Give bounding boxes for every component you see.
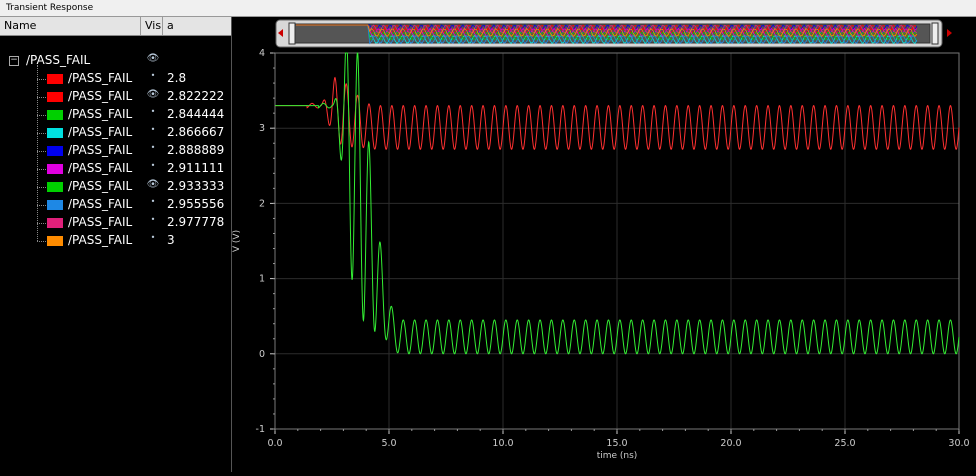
- hidden-dot-icon[interactable]: •: [146, 197, 160, 213]
- x-tick-label: 30.0: [948, 438, 969, 449]
- signal-tree-panel: Name Vis a −/PASS_FAIL 👁/PASS_FAIL • 2.8/PA…: [0, 17, 232, 472]
- transient-chart[interactable]: 0.0 5.0 10.0 15.0 20.0 25.0 30.0 -1 0 1 2 3 4 time (n…: [232, 17, 976, 472]
- tree-item-label: /PASS_FAIL: [68, 89, 133, 103]
- tree-item[interactable]: /PASS_FAIL • 2.844444: [0, 106, 231, 124]
- column-name-header[interactable]: Name: [0, 17, 141, 35]
- scrollbar-left-handle[interactable]: [288, 22, 296, 45]
- color-swatch[interactable]: [47, 164, 63, 174]
- hidden-dot-icon[interactable]: •: [146, 107, 160, 123]
- hidden-dot-icon[interactable]: •: [146, 161, 160, 177]
- tree-root-label: /PASS_FAIL: [26, 53, 91, 67]
- x-tick-label: 25.0: [834, 438, 855, 449]
- tree-item-value: 2.8: [167, 71, 187, 85]
- color-swatch[interactable]: [47, 146, 63, 156]
- tree-item-label: /PASS_FAIL: [68, 179, 133, 193]
- tree-item-label: /PASS_FAIL: [68, 71, 133, 85]
- column-header: Name Vis a: [0, 17, 231, 36]
- tree-item-value: 2.888889: [167, 143, 225, 157]
- tree-item[interactable]: /PASS_FAIL • 2.977778: [0, 214, 231, 232]
- scrollbar-right-handle[interactable]: [931, 22, 939, 45]
- tree-item-label: /PASS_FAIL: [68, 197, 133, 211]
- tree-item-value: 2.844444: [167, 107, 225, 121]
- hidden-dot-icon[interactable]: •: [146, 125, 160, 141]
- tree-item-value: 2.866667: [167, 125, 225, 139]
- tree-item[interactable]: /PASS_FAIL • 3: [0, 232, 231, 250]
- window-title: Transient Response: [6, 3, 94, 13]
- x-tick-label: 20.0: [720, 438, 741, 449]
- color-swatch[interactable]: [47, 92, 63, 102]
- collapse-toggle-icon[interactable]: −: [9, 56, 19, 66]
- color-swatch[interactable]: [47, 182, 63, 192]
- eye-icon[interactable]: 👁: [146, 179, 160, 195]
- tree-item-value: 2.955556: [167, 197, 225, 211]
- tree-item-label: /PASS_FAIL: [68, 233, 133, 247]
- hidden-dot-icon[interactable]: •: [146, 233, 160, 249]
- y-tick-label: 4: [259, 48, 265, 59]
- color-swatch[interactable]: [47, 236, 63, 246]
- tree-item-value: 3: [167, 233, 175, 247]
- x-axis-label: time (ns): [597, 451, 638, 461]
- window-title-bar: Transient Response: [0, 0, 976, 17]
- tree-item[interactable]: /PASS_FAIL • 2.911111: [0, 160, 231, 178]
- color-swatch[interactable]: [47, 74, 63, 84]
- y-tick-label: 1: [259, 274, 265, 285]
- y-tick-label: 2: [259, 198, 265, 209]
- y-tick-label: -1: [256, 424, 265, 435]
- eye-icon[interactable]: 👁: [146, 89, 160, 105]
- tree-item-value: 2.933333: [167, 179, 225, 193]
- tree-item[interactable]: /PASS_FAIL • 2.888889: [0, 142, 231, 160]
- y-tick-label: 3: [259, 123, 265, 134]
- color-swatch[interactable]: [47, 110, 63, 120]
- overview-scrollbar[interactable]: [275, 19, 952, 48]
- y-tick-label: 0: [259, 349, 265, 360]
- tree-item-value: 2.822222: [167, 89, 225, 103]
- tree-item-label: /PASS_FAIL: [68, 125, 133, 139]
- tree-item-label: /PASS_FAIL: [68, 161, 133, 175]
- hidden-dot-icon[interactable]: •: [146, 71, 160, 87]
- y-axis-label: V (V): [232, 230, 242, 252]
- hidden-dot-icon[interactable]: •: [146, 215, 160, 231]
- tree-item[interactable]: /PASS_FAIL • 2.955556: [0, 196, 231, 214]
- tree-item[interactable]: /PASS_FAIL • 2.8: [0, 70, 231, 88]
- x-tick-label: 10.0: [492, 438, 513, 449]
- tree-item-label: /PASS_FAIL: [68, 107, 133, 121]
- scroll-right-arrow-icon[interactable]: [947, 29, 952, 37]
- plot-area[interactable]: 0.0 5.0 10.0 15.0 20.0 25.0 30.0 -1 0 1 2 3 4 time (n…: [232, 17, 976, 472]
- x-tick-label: 0.0: [267, 438, 282, 449]
- hidden-dot-icon[interactable]: •: [146, 143, 160, 159]
- eye-icon[interactable]: 👁: [146, 53, 160, 69]
- tree-item-label: /PASS_FAIL: [68, 143, 133, 157]
- color-swatch[interactable]: [47, 218, 63, 228]
- tree-item-value: 2.911111: [167, 161, 225, 175]
- x-tick-label: 5.0: [381, 438, 396, 449]
- tree-item[interactable]: /PASS_FAIL 👁 2.933333: [0, 178, 231, 196]
- column-vis-header[interactable]: Vis: [141, 17, 163, 35]
- tree-item-label: /PASS_FAIL: [68, 215, 133, 229]
- column-value-header[interactable]: a: [163, 17, 231, 35]
- color-swatch[interactable]: [47, 200, 63, 210]
- color-swatch[interactable]: [47, 128, 63, 138]
- x-tick-label: 15.0: [606, 438, 627, 449]
- tree-item[interactable]: /PASS_FAIL 👁 2.822222: [0, 88, 231, 106]
- tree-item[interactable]: /PASS_FAIL • 2.866667: [0, 124, 231, 142]
- tree-root[interactable]: −/PASS_FAIL 👁: [0, 52, 231, 70]
- tree-item-value: 2.977778: [167, 215, 225, 229]
